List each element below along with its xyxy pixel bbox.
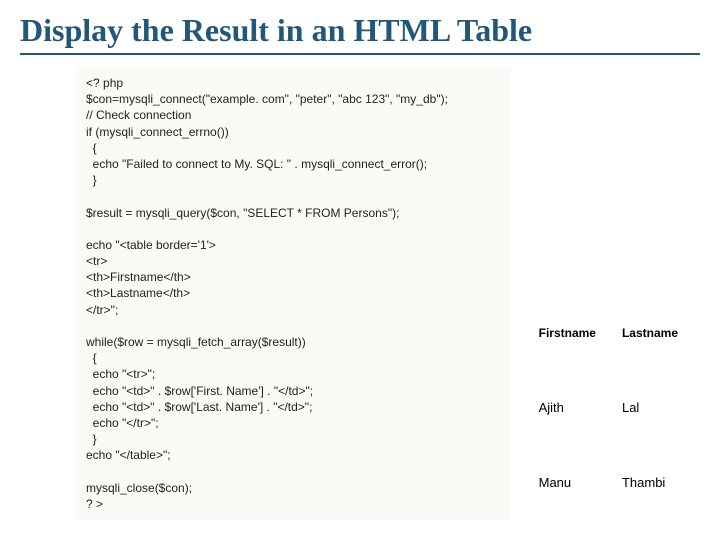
col-header-firstname: Firstname [535, 297, 618, 369]
cell-firstname: Manu [535, 445, 618, 520]
table-header-row: Firstname Lastname [535, 297, 700, 369]
result-table: Firstname Lastname Ajith Lal Manu Thambi [535, 297, 700, 520]
table-row: Ajith Lal [535, 369, 700, 444]
cell-lastname: Lal [618, 369, 700, 444]
page-title: Display the Result in an HTML Table [20, 12, 700, 55]
cell-lastname: Thambi [618, 445, 700, 520]
table-row: Manu Thambi [535, 445, 700, 520]
col-header-lastname: Lastname [618, 297, 700, 369]
code-block: <? php $con=mysqli_connect("example. com… [76, 67, 511, 520]
cell-firstname: Ajith [535, 369, 618, 444]
